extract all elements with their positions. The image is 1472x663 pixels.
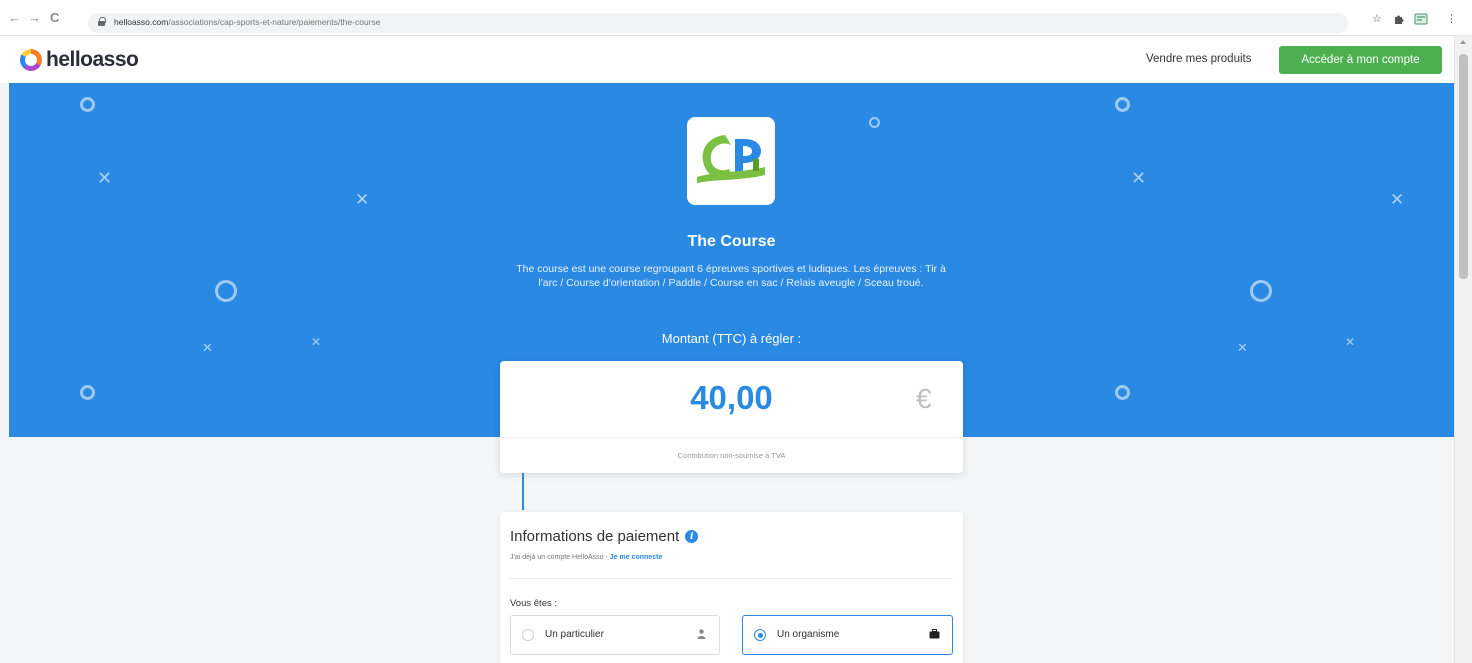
decor-cross-icon: ✕ (1390, 190, 1405, 209)
existing-account-line: J'ai déjà un compte HelloAsso - Je me co… (510, 554, 662, 561)
divider (510, 578, 953, 579)
amount-input[interactable]: 40,00 (500, 379, 963, 417)
decor-circle-icon (80, 97, 95, 112)
event-description: The course est une course regroupant 6 é… (516, 263, 946, 289)
decor-circle-icon (80, 385, 95, 400)
helloasso-logo[interactable]: helloasso (20, 48, 139, 72)
decor-circle-icon (1115, 385, 1130, 400)
payer-type-label: Vous êtes : (510, 598, 558, 609)
amount-label: Montant (TTC) à régler : (661, 331, 802, 346)
person-icon (697, 629, 706, 642)
briefcase-icon (929, 629, 940, 642)
info-icon[interactable]: i (685, 530, 699, 543)
page-scrollbar[interactable] (1454, 36, 1472, 663)
existing-account-text: J'ai déjà un compte HelloAsso - (510, 554, 610, 561)
login-link[interactable]: Je me connecte (610, 554, 663, 561)
forward-icon[interactable]: → (28, 11, 41, 25)
address-bar[interactable]: helloasso.com/associations/cap-sports-et… (88, 13, 1348, 33)
decor-circle-icon (1250, 280, 1272, 302)
payer-type-individual-option[interactable]: Un particulier (510, 615, 720, 655)
amount-card: 40,00 € Contribution non-soumise à TVA (500, 361, 963, 473)
sell-products-link[interactable]: Vendre mes produits (1146, 53, 1251, 65)
bookmark-star-icon[interactable]: ☆ (1372, 13, 1382, 25)
step-connector (522, 473, 524, 510)
extensions-icon[interactable] (1394, 13, 1405, 27)
url-path: /associations/cap-sports-et-nature/paiem… (168, 17, 381, 27)
organization-logo (687, 117, 775, 205)
decor-circle-icon (215, 280, 237, 302)
option-label-organization: Un organisme (777, 629, 840, 640)
reload-icon[interactable]: C (50, 11, 59, 25)
divider (500, 437, 963, 438)
url-host: helloasso.com (114, 17, 169, 27)
payment-info-panel: Informations de paiement i J'ai déjà un … (500, 512, 963, 663)
decor-circle-icon (869, 117, 880, 128)
scroll-up-icon[interactable] (1460, 40, 1466, 44)
option-label-individual: Un particulier (545, 629, 604, 640)
logo-ring-icon (20, 49, 42, 71)
logo-text: helloasso (46, 48, 139, 71)
payer-type-organization-option[interactable]: Un organisme (742, 615, 953, 655)
euro-currency-icon: € (916, 383, 932, 414)
extension-badge-icon[interactable] (1414, 13, 1428, 28)
lock-icon (98, 17, 106, 26)
payment-info-title: Informations de paiement i (510, 528, 699, 545)
decor-cross-icon: ✕ (1131, 168, 1147, 188)
radio-organization[interactable] (754, 629, 766, 641)
url-text[interactable]: helloasso.com/associations/cap-sports-et… (114, 17, 380, 27)
site-header: helloasso Vendre mes produits Accéder à … (0, 36, 1472, 83)
decor-cross-icon: ✕ (97, 168, 113, 188)
browser-toolbar: ← → C helloasso.com/associations/cap-spo… (0, 0, 1472, 36)
scroll-thumb[interactable] (1459, 54, 1468, 279)
back-icon[interactable]: ← (8, 11, 21, 25)
decor-cross-icon: ✕ (355, 190, 370, 209)
event-title: The Course (687, 233, 776, 250)
radio-individual[interactable] (522, 629, 534, 641)
payment-info-heading: Informations de paiement (510, 528, 680, 545)
browser-menu-icon[interactable]: ⋮ (1446, 13, 1457, 25)
access-account-button[interactable]: Accéder à mon compte (1279, 46, 1442, 74)
vat-note: Contribution non-soumise à TVA (677, 451, 786, 460)
decor-circle-icon (1115, 97, 1130, 112)
